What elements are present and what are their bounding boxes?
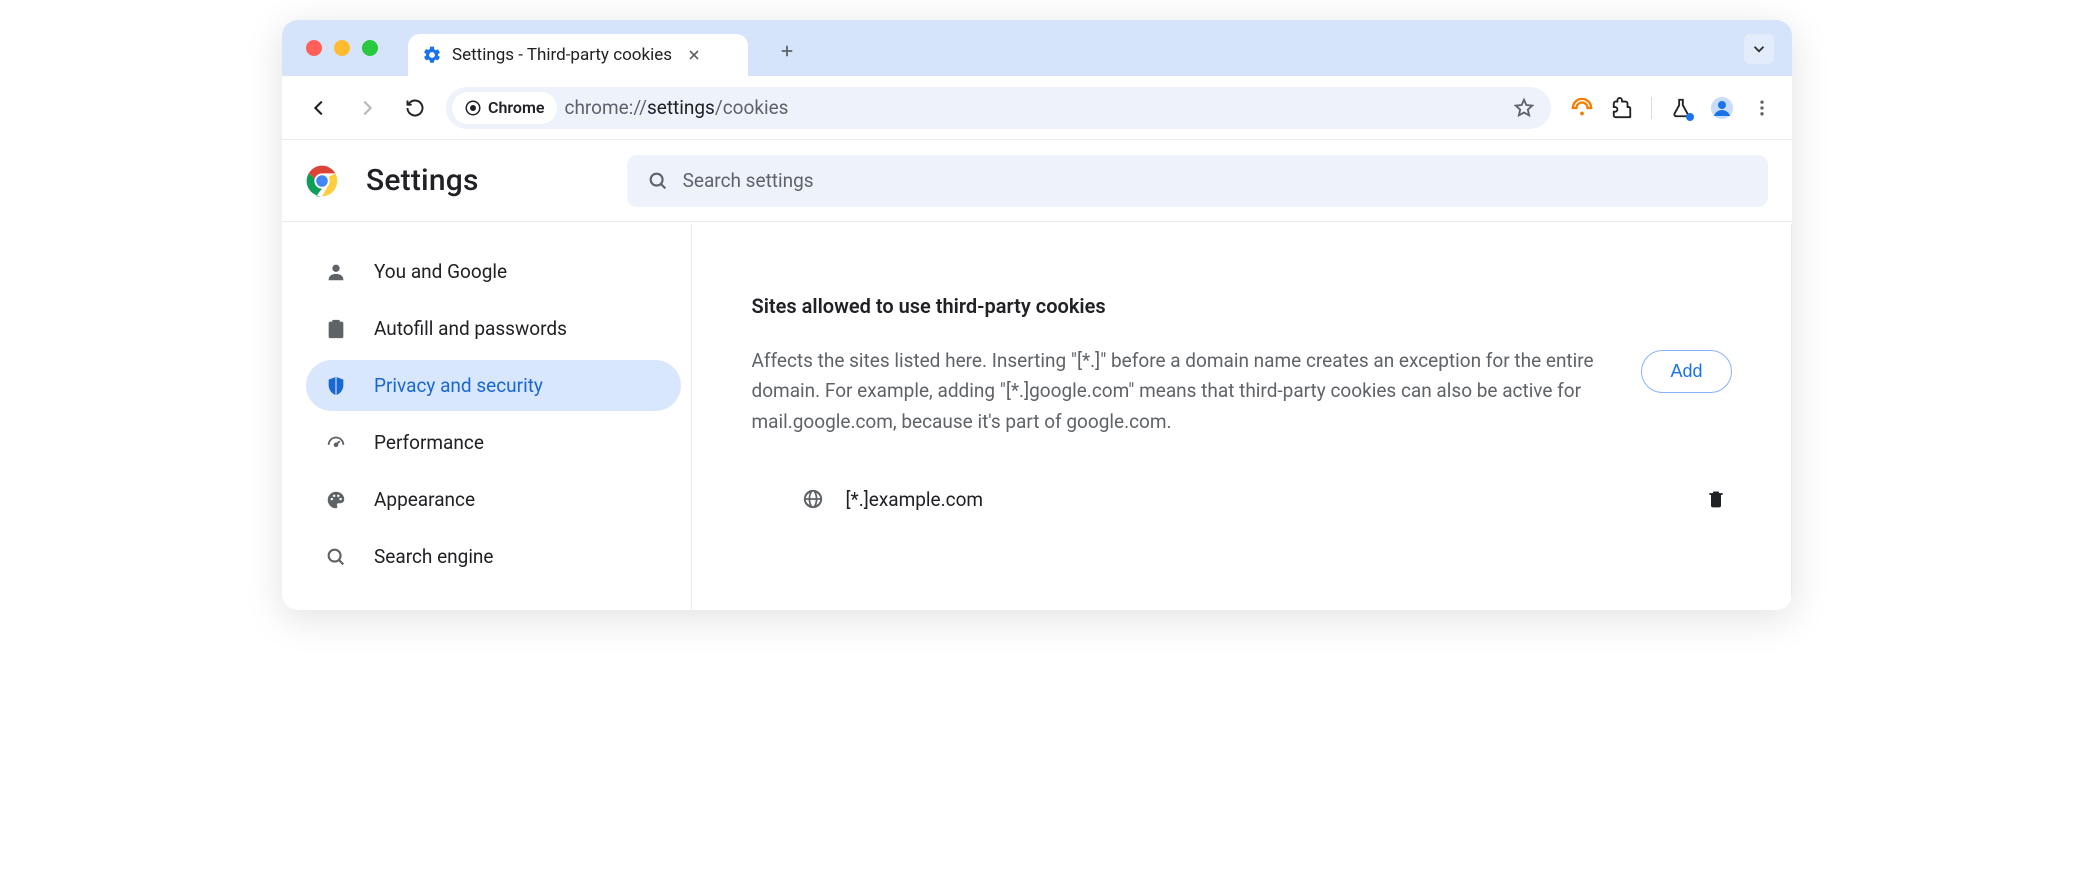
kebab-menu-icon[interactable] [1752,98,1772,118]
settings-header: Settings Search settings [282,140,1792,222]
extensions-puzzle-icon[interactable] [1611,97,1633,119]
clipboard-icon [324,318,348,340]
palette-icon [324,489,348,511]
browser-tab[interactable]: Settings - Third-party cookies [408,34,748,76]
settings-sidebar: You and Google Autofill and passwords Pr… [282,224,692,610]
toolbar-separator [1651,97,1652,119]
sidebar-item-performance[interactable]: Performance [306,417,681,468]
extension-icons [1571,96,1772,120]
sidebar-item-autofill[interactable]: Autofill and passwords [306,303,681,354]
tab-strip: Settings - Third-party cookies [282,20,1792,76]
fullscreen-window-button[interactable] [362,40,378,56]
settings-main: Sites allowed to use third-party cookies… [692,224,1792,610]
search-icon [647,170,669,192]
tab-search-button[interactable] [1744,34,1774,64]
bookmark-star-icon[interactable] [1513,97,1535,119]
vpn-extension-icon[interactable] [1571,97,1593,119]
page-content: Settings Search settings You and Google … [282,140,1792,610]
person-icon [324,261,348,283]
sidebar-item-you-and-google[interactable]: You and Google [306,246,681,297]
close-window-button[interactable] [306,40,322,56]
cookies-section: Sites allowed to use third-party cookies… [752,224,1732,610]
chrome-logo-icon [306,165,338,197]
sidebar-item-label: Privacy and security [374,374,543,397]
sidebar-item-appearance[interactable]: Appearance [306,474,681,525]
shield-icon [324,375,348,397]
close-tab-button[interactable] [682,45,706,65]
sidebar-item-label: Appearance [374,488,475,511]
sidebar-item-label: Performance [374,431,484,454]
sidebar-item-privacy[interactable]: Privacy and security [306,360,681,411]
window-controls [306,40,378,56]
browser-window: Settings - Third-party cookies Chrome [282,20,1792,610]
labs-flask-icon[interactable] [1670,97,1692,119]
settings-body: You and Google Autofill and passwords Pr… [282,224,1792,610]
delete-site-button[interactable] [1700,483,1732,515]
minimize-window-button[interactable] [334,40,350,56]
add-button[interactable]: Add [1641,350,1731,393]
tab-title: Settings - Third-party cookies [452,45,672,65]
site-info-chip[interactable]: Chrome [452,92,557,124]
new-tab-button[interactable] [772,36,802,66]
profile-avatar-icon[interactable] [1710,96,1734,120]
url-display: chrome://settings/cookies [565,96,789,119]
site-pattern: [*.]example.com [846,488,1678,511]
settings-gear-icon [422,45,442,65]
allowed-site-row: [*.]example.com [752,463,1732,515]
globe-icon [802,488,824,510]
back-button[interactable] [302,91,336,125]
section-description: Affects the sites listed here. Inserting… [752,346,1612,437]
site-chip-label: Chrome [488,98,545,117]
search-placeholder: Search settings [683,169,814,192]
toolbar: Chrome chrome://settings/cookies [282,76,1792,140]
sidebar-item-label: Autofill and passwords [374,317,567,340]
reload-button[interactable] [398,91,432,125]
section-heading: Sites allowed to use third-party cookies [752,294,1732,318]
settings-search-input[interactable]: Search settings [627,155,1768,207]
sidebar-item-label: Search engine [374,545,494,568]
sidebar-item-label: You and Google [374,260,507,283]
speedometer-icon [324,432,348,454]
address-bar[interactable]: Chrome chrome://settings/cookies [446,87,1551,129]
forward-button[interactable] [350,91,384,125]
search-icon [324,546,348,568]
page-title: Settings [366,163,479,198]
sidebar-item-search-engine[interactable]: Search engine [306,531,681,582]
